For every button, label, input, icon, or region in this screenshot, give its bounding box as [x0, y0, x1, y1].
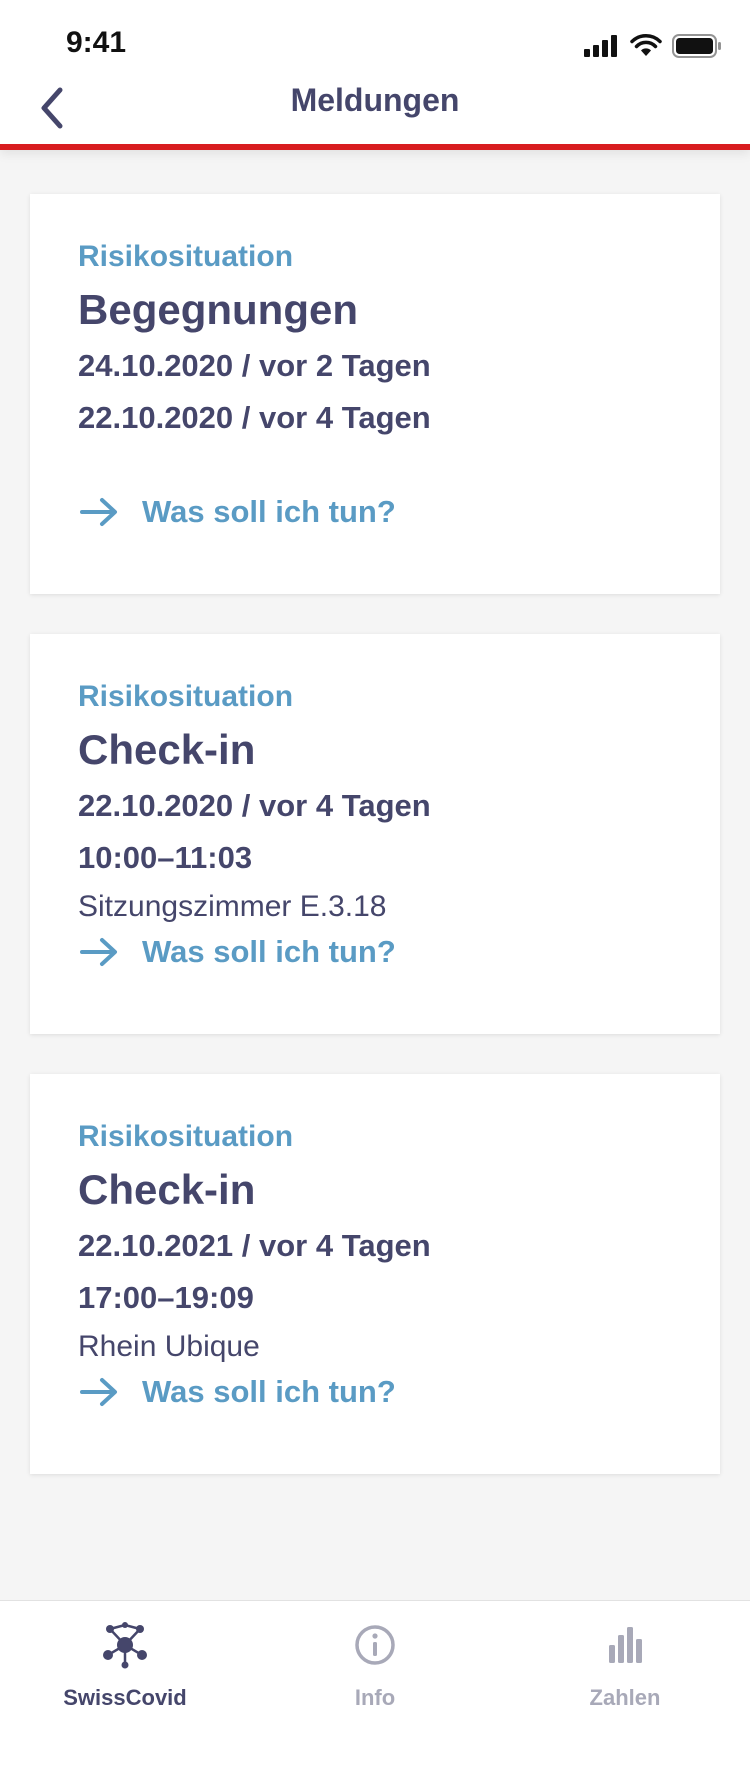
card-label: Risikosituation	[78, 240, 294, 273]
swisscovid-icon	[103, 1622, 147, 1669]
card-location: Rhein Ubique	[78, 1330, 260, 1363]
what-to-do-link[interactable]: Was soll ich tun?	[78, 1374, 396, 1410]
bar-chart-icon	[609, 1627, 642, 1663]
notification-card: Risikosituation Check-in 22.10.2021 / vo…	[30, 1074, 720, 1474]
card-title: Begegnungen	[78, 286, 358, 333]
arrow-right-icon	[80, 938, 117, 966]
arrow-right-icon	[80, 498, 117, 526]
notification-card: Risikosituation Begegnungen 24.10.2020 /…	[30, 194, 720, 594]
tab-label: Zahlen	[589, 1685, 661, 1710]
info-icon	[355, 1625, 395, 1665]
card-time-line: 10:00–11:03	[78, 840, 253, 875]
what-to-do-link[interactable]: Was soll ich tun?	[78, 494, 396, 530]
card-date-line: 24.10.2020 / vor 2 Tagen	[78, 348, 431, 383]
link-label: Was soll ich tun?	[142, 934, 396, 969]
status-time: 9:41	[66, 26, 127, 59]
what-to-do-link[interactable]: Was soll ich tun?	[78, 934, 396, 970]
battery-icon	[672, 34, 721, 58]
card-location: Sitzungszimmer E.3.18	[78, 890, 387, 923]
link-label: Was soll ich tun?	[142, 494, 396, 529]
tab-bar: SwissCovid Info Zahlen	[0, 1600, 750, 1770]
card-label: Risikosituation	[78, 680, 294, 713]
header-bar: 9:41 Meldungen	[0, 0, 750, 150]
link-label: Was soll ich tun?	[142, 1374, 396, 1409]
cellular-signal-icon	[584, 35, 617, 57]
tab-label: SwissCovid	[63, 1685, 187, 1710]
status-icons	[584, 32, 722, 60]
tab-swisscovid[interactable]: SwissCovid	[25, 1619, 225, 1719]
card-label: Risikosituation	[78, 1120, 294, 1153]
wifi-icon	[630, 34, 662, 56]
card-date-line: 22.10.2020 / vor 4 Tagen	[78, 788, 431, 823]
card-date-line: 22.10.2020 / vor 4 Tagen	[78, 400, 431, 435]
tab-info[interactable]: Info	[275, 1619, 475, 1719]
tab-label: Info	[354, 1685, 396, 1710]
card-time-line: 17:00–19:09	[78, 1280, 254, 1315]
card-date-line: 22.10.2021 / vor 4 Tagen	[78, 1228, 431, 1263]
page-title: Meldungen	[290, 82, 460, 118]
arrow-right-icon	[80, 1378, 117, 1406]
card-title: Check-in	[78, 726, 256, 773]
notification-card: Risikosituation Check-in 22.10.2020 / vo…	[30, 634, 720, 1034]
card-title: Check-in	[78, 1166, 256, 1213]
tab-zahlen[interactable]: Zahlen	[525, 1619, 725, 1719]
